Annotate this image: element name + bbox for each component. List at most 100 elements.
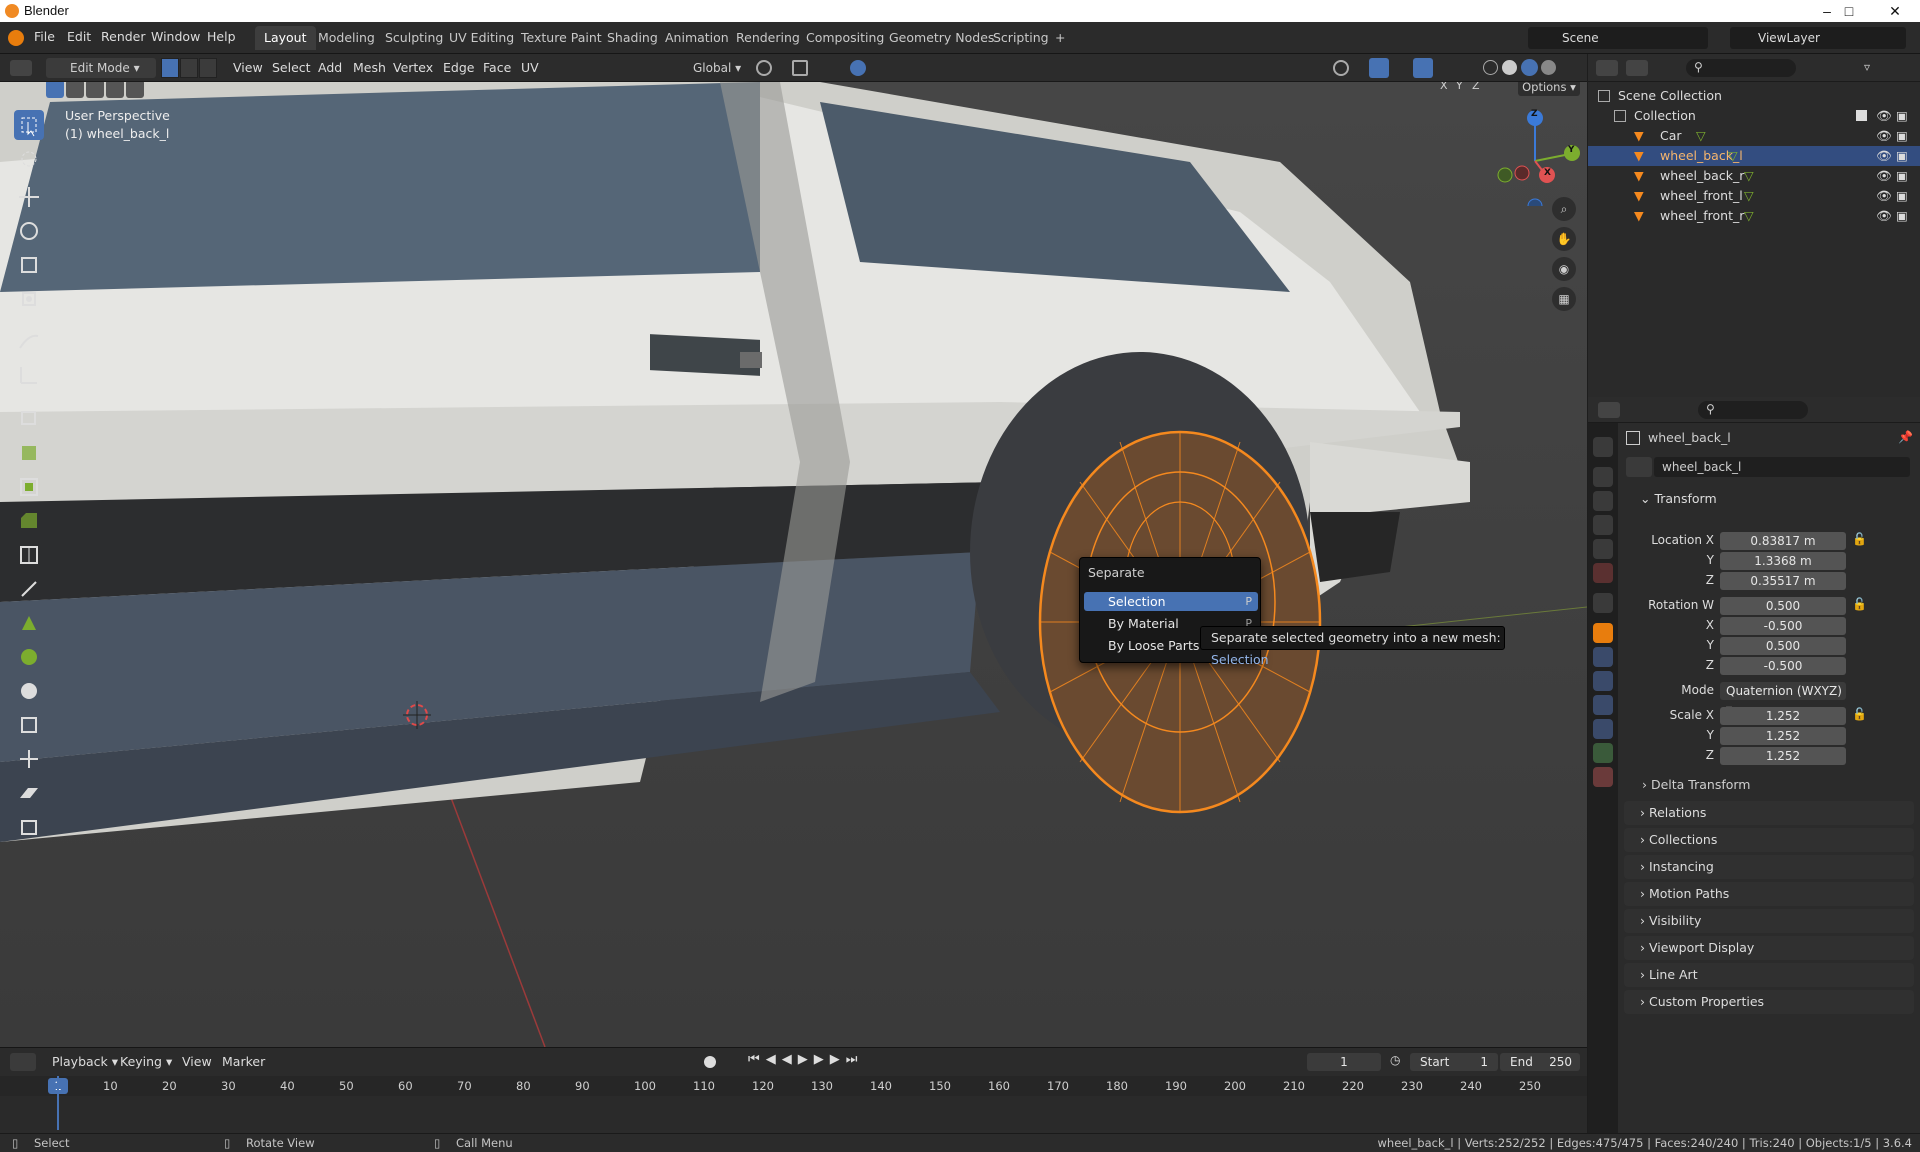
select-intersect-icon[interactable] — [126, 82, 144, 98]
select-box-tool-icon[interactable] — [14, 110, 44, 140]
eye-icon[interactable]: 👁 — [1876, 186, 1892, 206]
extrude-tool-icon[interactable] — [14, 438, 44, 468]
scene-tab-icon[interactable] — [1593, 539, 1613, 559]
object-tab-icon[interactable] — [1593, 623, 1613, 643]
scale-x-field[interactable]: 1.252 — [1720, 707, 1846, 725]
move-tool-icon[interactable] — [14, 182, 44, 212]
current-frame-field[interactable]: 1 — [1307, 1053, 1381, 1071]
camera-icon[interactable]: ▣ — [1896, 206, 1908, 226]
axis-lock-y[interactable]: Y — [1456, 82, 1463, 92]
blender-menu-icon[interactable] — [8, 30, 24, 46]
playback-controls[interactable]: ⏮◀◀▶▶▶⏭ — [748, 1052, 863, 1067]
menu-keying[interactable]: Keying ▾ — [114, 1052, 178, 1072]
menu-vertex[interactable]: Vertex — [387, 58, 439, 78]
solid-shading-icon[interactable] — [1502, 60, 1517, 75]
outliner-item-wheel-back-r[interactable]: ▼ wheel_back_r ▽ 👁 ▣ — [1588, 166, 1920, 186]
bevel-tool-icon[interactable] — [14, 506, 44, 536]
eye-icon[interactable]: 👁 — [1876, 166, 1892, 186]
orientation-dropdown[interactable]: Global ▾ — [671, 58, 745, 78]
perspective-toggle-icon[interactable]: ▦ — [1552, 287, 1576, 311]
zoom-icon[interactable]: ⌕ — [1552, 197, 1576, 221]
loop-cut-tool-icon[interactable] — [14, 540, 44, 570]
material-tab-icon[interactable] — [1593, 767, 1613, 787]
clock-icon[interactable]: ◷ — [1390, 1053, 1400, 1067]
smooth-tool-icon[interactable] — [14, 676, 44, 706]
shrink-fatten-tool-icon[interactable] — [14, 744, 44, 774]
overlay-toggle-icon[interactable] — [1413, 58, 1433, 78]
properties-search-input[interactable]: ⚲ — [1698, 401, 1808, 419]
delta-transform-subpanel[interactable]: › Delta Transform — [1642, 777, 1750, 792]
output-tab-icon[interactable] — [1593, 491, 1613, 511]
outliner-scene-collection[interactable]: Scene Collection — [1588, 86, 1920, 106]
tool-tab-icon[interactable] — [1593, 437, 1613, 457]
navigation-gizmo[interactable] — [1490, 106, 1587, 206]
annotate-tool-icon[interactable] — [14, 326, 44, 356]
collection-tab-icon[interactable] — [1593, 593, 1613, 613]
frame-ruler[interactable]: 1102030405060708090100110120130140150160… — [0, 1076, 1587, 1096]
lock-scale-x-icon[interactable]: 🔓 — [1852, 707, 1867, 721]
outliner-item-wheel-front-l[interactable]: ▼ wheel_front_l ▽ 👁 ▣ — [1588, 186, 1920, 206]
lock-location-x-icon[interactable]: 🔓 — [1852, 532, 1867, 546]
spin-tool-icon[interactable] — [14, 642, 44, 672]
measure-tool-icon[interactable] — [14, 360, 44, 390]
select-invert-icon[interactable] — [106, 82, 124, 98]
separate-selection-item[interactable]: Selection P — [1084, 592, 1258, 611]
view-layer-tab-icon[interactable] — [1593, 515, 1613, 535]
vertex-select-icon[interactable] — [161, 58, 179, 78]
camera-icon[interactable]: ▣ — [1896, 166, 1908, 186]
outliner-search-input[interactable]: ⚲ — [1686, 59, 1796, 77]
axis-lock-z[interactable]: Z — [1472, 82, 1480, 92]
snap-icon[interactable] — [792, 60, 808, 76]
editor-type-icon[interactable] — [10, 60, 32, 76]
face-select-icon[interactable] — [199, 58, 217, 78]
menu-file[interactable]: File — [28, 29, 61, 44]
rotate-tool-icon[interactable] — [14, 216, 44, 246]
menu-window[interactable]: Window — [145, 29, 206, 44]
rotation-x-field[interactable]: -0.500 — [1720, 617, 1846, 635]
visibility-panel[interactable]: › Visibility — [1624, 909, 1914, 933]
camera-view-icon[interactable]: ◉ — [1552, 257, 1576, 281]
view-layer-selector[interactable]: ViewLayer — [1730, 27, 1906, 49]
menu-playback[interactable]: Playback ▾ — [46, 1052, 124, 1072]
tab-layout[interactable]: Layout — [255, 26, 316, 50]
render-tab-icon[interactable] — [1593, 467, 1613, 487]
particles-tab-icon[interactable] — [1593, 671, 1613, 691]
rip-tool-icon[interactable] — [14, 812, 44, 842]
relations-panel[interactable]: › Relations — [1624, 801, 1914, 825]
rotation-z-field[interactable]: -0.500 — [1720, 657, 1846, 675]
select-subtract-icon[interactable] — [86, 82, 104, 98]
location-x-field[interactable]: 0.83817 m — [1720, 532, 1846, 550]
start-frame-field[interactable]: Start 1 — [1410, 1053, 1498, 1071]
object-browse-icon[interactable] — [1626, 457, 1652, 477]
edge-select-icon[interactable] — [180, 58, 198, 78]
outliner-item-wheel-front-r[interactable]: ▼ wheel_front_r ▽ 👁 ▣ — [1588, 206, 1920, 226]
3d-viewport[interactable]: User Perspective (1) wheel_back_l X Y Z … — [0, 82, 1587, 1047]
menu-edge[interactable]: Edge — [437, 58, 480, 78]
menu-view[interactable]: View — [227, 58, 269, 78]
properties-editor-type-icon[interactable] — [1598, 402, 1620, 418]
scene-selector[interactable]: Scene — [1528, 27, 1708, 49]
keyframe-area[interactable] — [0, 1076, 1587, 1130]
pan-hand-icon[interactable]: ✋ — [1552, 227, 1576, 251]
menu-timeline-view[interactable]: View — [176, 1052, 218, 1072]
maximize-button[interactable]: □ — [1826, 0, 1872, 22]
instancing-panel[interactable]: › Instancing — [1624, 855, 1914, 879]
location-y-field[interactable]: 1.3368 m — [1720, 552, 1846, 570]
tab-compositing[interactable]: Compositing — [797, 26, 893, 50]
visibility-icon[interactable] — [1333, 60, 1349, 76]
tab-uv-editing[interactable]: UV Editing — [440, 26, 523, 50]
options-dropdown[interactable]: Options ▾ — [1518, 82, 1580, 96]
pin-icon[interactable]: 📌 — [1898, 430, 1913, 444]
menu-mesh[interactable]: Mesh — [347, 58, 392, 78]
timeline-editor-type-icon[interactable] — [10, 1053, 36, 1071]
wireframe-shading-icon[interactable] — [1483, 60, 1498, 75]
camera-icon[interactable]: ▣ — [1896, 126, 1908, 146]
mode-dropdown[interactable]: Edit Mode ▾ — [46, 58, 156, 78]
poly-build-tool-icon[interactable] — [14, 608, 44, 638]
location-z-field[interactable]: 0.35517 m — [1720, 572, 1846, 590]
motion-paths-panel[interactable]: › Motion Paths — [1624, 882, 1914, 906]
transform-tool-icon[interactable] — [14, 284, 44, 314]
rendered-shading-icon[interactable] — [1541, 60, 1556, 75]
close-button[interactable]: ✕ — [1872, 0, 1918, 22]
modifier-tab-icon[interactable] — [1593, 647, 1613, 667]
